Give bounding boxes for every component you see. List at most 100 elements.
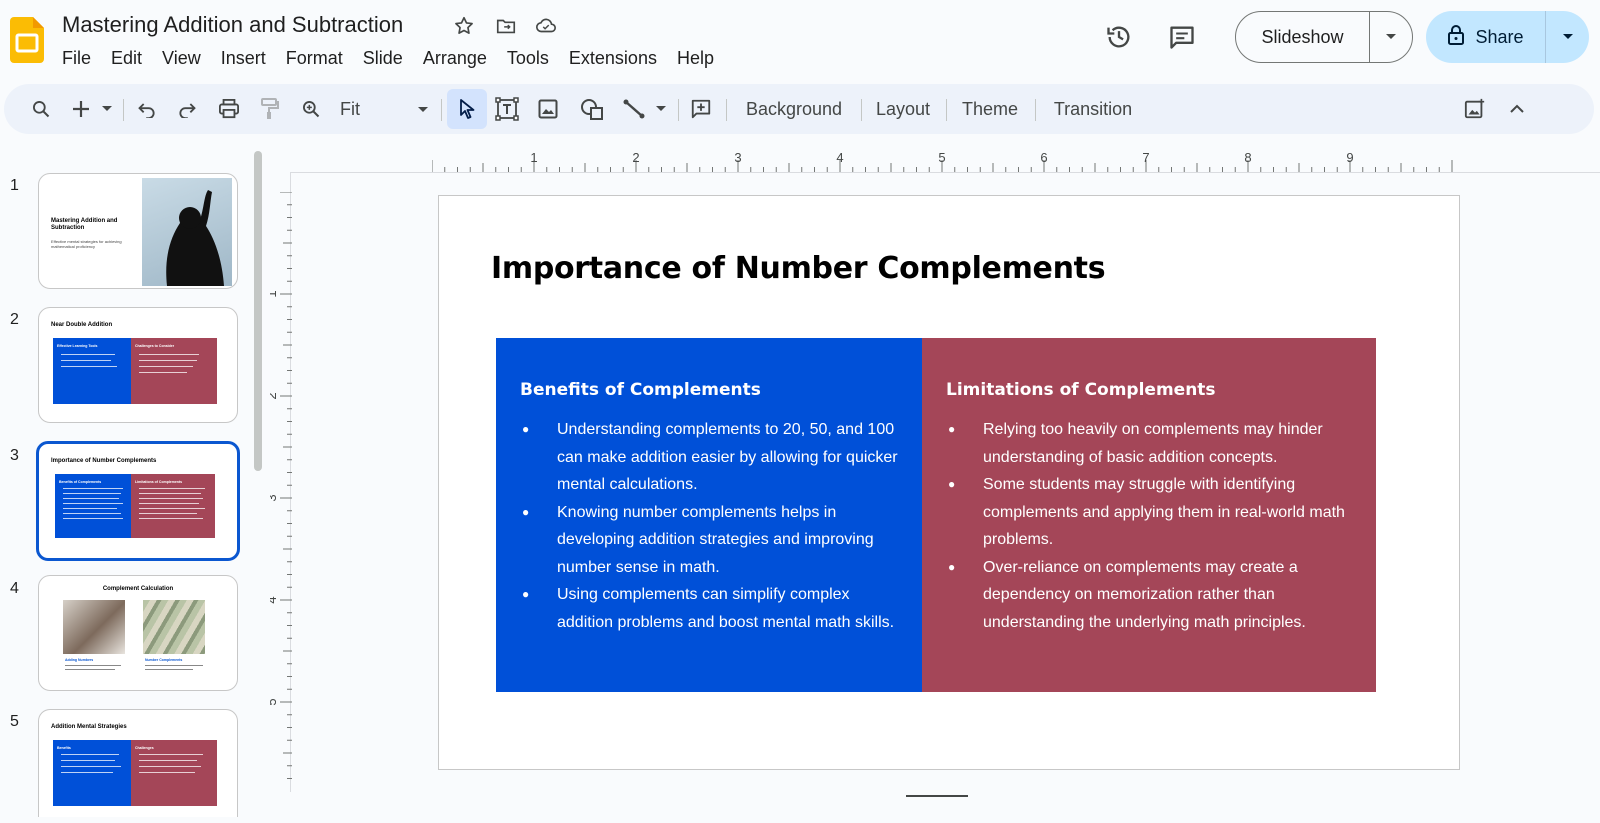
menu-file[interactable]: File <box>52 46 101 71</box>
slide-number: 5 <box>10 713 19 730</box>
slide-thumbnail-4[interactable]: Complement Calculation Adding Numbers Nu… <box>38 575 238 691</box>
slide-number: 2 <box>10 311 19 328</box>
thumb-title: Mastering Addition and Subtraction <box>51 218 118 231</box>
list-item: Some students may struggle with identify… <box>946 471 1356 554</box>
limitations-heading: Limitations of Complements <box>946 380 1216 400</box>
menu-tools[interactable]: Tools <box>497 46 559 71</box>
share-label: Share <box>1475 26 1524 47</box>
thumb-left-head: Effective Learning Tools <box>57 344 98 348</box>
line-type-chevron-down-icon[interactable] <box>652 89 670 129</box>
menu-slide[interactable]: Slide <box>353 46 413 71</box>
ruler-label: 4 <box>836 150 843 165</box>
move-to-folder-icon[interactable] <box>494 14 518 38</box>
slide-thumbnail-5[interactable]: Addition Mental Strategies Benefits Chal… <box>38 709 238 817</box>
list-item: Using complements can simplify complex a… <box>520 581 906 636</box>
menu-edit[interactable]: Edit <box>101 46 152 71</box>
thumb-left-caption: Adding Numbers <box>65 658 94 662</box>
share-button[interactable]: Share <box>1426 11 1546 63</box>
slides-logo-icon[interactable] <box>10 17 44 63</box>
menu-extensions[interactable]: Extensions <box>559 46 667 71</box>
thumb-title: Importance of Number Complements <box>51 458 157 464</box>
slide-title[interactable]: Importance of Number Complements <box>491 251 1106 286</box>
thumb-title: Complement Calculation <box>102 586 174 592</box>
background-button[interactable]: Background <box>738 89 850 129</box>
insert-image-icon[interactable] <box>535 89 561 129</box>
cloud-saved-icon[interactable] <box>534 14 558 38</box>
share-button-group: Share <box>1426 11 1589 63</box>
version-history-icon[interactable] <box>1099 17 1139 57</box>
limitations-list: Relying too heavily on complements may h… <box>946 416 1356 636</box>
ruler-label: 2 <box>270 392 279 399</box>
paint-format-icon[interactable] <box>257 89 283 129</box>
background-label: Background <box>745 98 843 119</box>
text-box-icon[interactable] <box>493 89 521 129</box>
menu-help[interactable]: Help <box>667 46 724 71</box>
menu-format[interactable]: Format <box>276 46 353 71</box>
layout-label: Layout <box>875 98 931 119</box>
benefits-heading: Benefits of Complements <box>520 380 761 400</box>
list-item: Understanding complements to 20, 50, and… <box>520 416 906 499</box>
menu-insert[interactable]: Insert <box>211 46 276 71</box>
zoom-value: Fit <box>340 98 360 119</box>
list-item: Relying too heavily on complements may h… <box>946 416 1356 471</box>
thumb-left-head: Benefits <box>57 746 71 750</box>
search-menus-icon[interactable] <box>24 89 58 129</box>
new-slide-layout-chevron-down-icon[interactable] <box>98 89 116 129</box>
thumb-title: Near Double Addition <box>51 322 113 328</box>
filmstrip-scrollbar[interactable] <box>254 151 262 471</box>
explore-image-icon[interactable] <box>1460 89 1490 129</box>
theme-label: Theme <box>961 98 1019 119</box>
select-cursor-icon[interactable] <box>447 89 487 129</box>
horizontal-ruler[interactable]: 1 2 3 4 5 6 7 8 9 <box>432 150 1464 172</box>
list-item: Knowing number complements helps in deve… <box>520 499 906 582</box>
star-icon[interactable] <box>452 14 476 38</box>
thumb-title: Addition Mental Strategies <box>51 724 127 730</box>
benefits-list: Understanding complements to 20, 50, and… <box>520 416 906 636</box>
ruler-label: 4 <box>270 596 279 603</box>
vertical-ruler[interactable]: 1 2 3 4 5 <box>270 192 292 792</box>
ruler-label: 6 <box>1040 150 1047 165</box>
menu-bar: File Edit View Insert Format Slide Arran… <box>52 46 724 71</box>
limitations-panel[interactable]: Limitations of Complements Relying too h… <box>922 338 1376 692</box>
layout-button[interactable]: Layout <box>870 89 936 129</box>
ruler-label: 7 <box>1142 150 1149 165</box>
menu-view[interactable]: View <box>152 46 211 71</box>
print-icon[interactable] <box>216 89 242 129</box>
menu-arrange[interactable]: Arrange <box>413 46 497 71</box>
slide-thumbnail-2[interactable]: Near Double Addition Effective Learning … <box>38 307 238 423</box>
share-options-chevron-down-icon[interactable] <box>1546 11 1589 63</box>
shape-icon[interactable] <box>578 89 606 129</box>
slide-number: 1 <box>10 177 19 194</box>
slide-thumbnail-3-selected[interactable]: Importance of Number Complements Benefit… <box>36 441 240 561</box>
theme-button[interactable]: Theme <box>956 89 1024 129</box>
zoom-icon[interactable] <box>298 89 324 129</box>
slide-number: 3 <box>10 447 19 464</box>
benefits-panel[interactable]: Benefits of Complements Understanding co… <box>496 338 922 692</box>
new-slide-plus-icon[interactable] <box>68 89 94 129</box>
lock-icon <box>1447 24 1465 51</box>
comments-icon[interactable] <box>1162 17 1202 57</box>
transition-label: Transition <box>1053 98 1133 119</box>
collapse-toolbar-chevron-up-icon[interactable] <box>1504 89 1530 129</box>
slideshow-button-group: Slideshow <box>1235 11 1413 63</box>
ruler-label: 5 <box>270 698 279 705</box>
thumb-right-head: Limitations of Complements <box>135 480 183 484</box>
slideshow-options-chevron-down-icon[interactable] <box>1370 12 1412 62</box>
undo-icon[interactable] <box>134 89 160 129</box>
thumb-money-image <box>143 600 205 654</box>
thumb-subtitle: Effective mental strategies for achievin… <box>51 239 122 249</box>
thumb-right-caption: Number Complements <box>145 658 183 662</box>
speaker-notes-resize-handle[interactable] <box>906 795 968 797</box>
slide-thumbnail-1[interactable]: Mastering Addition and Subtraction Effec… <box>38 173 238 289</box>
transition-button[interactable]: Transition <box>1046 89 1140 129</box>
zoom-select[interactable]: Fit <box>334 89 434 129</box>
add-comment-icon[interactable] <box>686 89 716 129</box>
document-title[interactable]: Mastering Addition and Subtraction <box>62 12 403 38</box>
thumb-photo-image <box>142 178 232 286</box>
slide-canvas[interactable]: Importance of Number Complements Benefit… <box>438 195 1460 770</box>
redo-icon[interactable] <box>174 89 200 129</box>
toolbar: Fit Background Layout Theme Transition <box>4 84 1594 134</box>
line-icon[interactable] <box>621 89 647 129</box>
slideshow-button[interactable]: Slideshow <box>1236 12 1370 62</box>
ruler-label: 9 <box>1346 150 1353 165</box>
